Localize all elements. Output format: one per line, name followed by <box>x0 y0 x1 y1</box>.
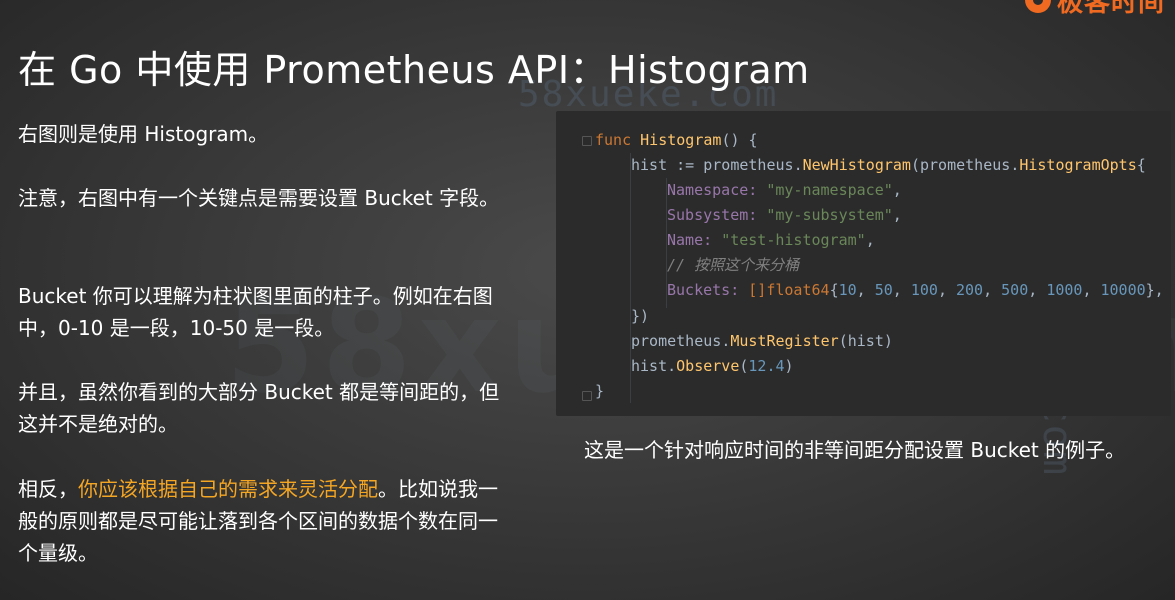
advice-prefix: 相反， <box>18 477 78 501</box>
code-line-4: Subsystem: "my-subsystem", <box>667 206 902 224</box>
paragraph-spacing-note: 并且，虽然你看到的大部分 Bucket 都是等间距的，但这并不是绝对的。 <box>18 380 500 436</box>
code-caption: 这是一个针对响应时间的非等间距分配设置 Bucket 的例子。 <box>584 438 1126 462</box>
code-line-1: func Histogram() { <box>595 131 758 149</box>
fold-icon[interactable] <box>582 136 592 146</box>
fold-icon[interactable] <box>582 391 592 401</box>
paragraph-bucket-note: 注意，右图中有一个关键点是需要设置 Bucket 字段。 <box>18 186 500 210</box>
slide-title: 在 Go 中使用 Prometheus API：Histogram <box>18 48 810 93</box>
logo-text: 极客时间 <box>1056 0 1165 18</box>
paragraph-bucket-explain: Bucket 你可以理解为柱状图里面的柱子。例如在右图中，0-10 是一段，10… <box>18 284 493 340</box>
code-line-3: Namespace: "my-namespace", <box>667 181 902 199</box>
code-line-8: }) <box>631 307 650 325</box>
code-line-11: } <box>595 382 605 400</box>
brand-logo: 极客时间 <box>1024 0 1165 18</box>
code-line-7: Buckets: []float64{10, 50, 100, 200, 500… <box>667 281 1164 299</box>
code-line-6: // 按照这个来分桶 <box>667 256 800 274</box>
code-line-5: Name: "test-histogram", <box>667 231 875 249</box>
paragraph-histogram-intro: 右图则是使用 Histogram。 <box>18 122 269 146</box>
code-line-9: prometheus.MustRegister(hist) <box>631 332 893 350</box>
code-line-2: hist := prometheus.NewHistogram(promethe… <box>631 156 1146 174</box>
code-block: func Histogram() { hist := prometheus.Ne… <box>556 111 1171 416</box>
advice-highlight: 你应该根据自己的需求来灵活分配 <box>78 477 378 501</box>
paragraph-allocation-advice: 相反，你应该根据自己的需求来灵活分配。比如说我一般的原则都是尽可能让落到各个区间… <box>18 473 508 569</box>
logo-icon <box>1024 0 1051 13</box>
code-line-10: hist.Observe(12.4) <box>631 357 794 375</box>
